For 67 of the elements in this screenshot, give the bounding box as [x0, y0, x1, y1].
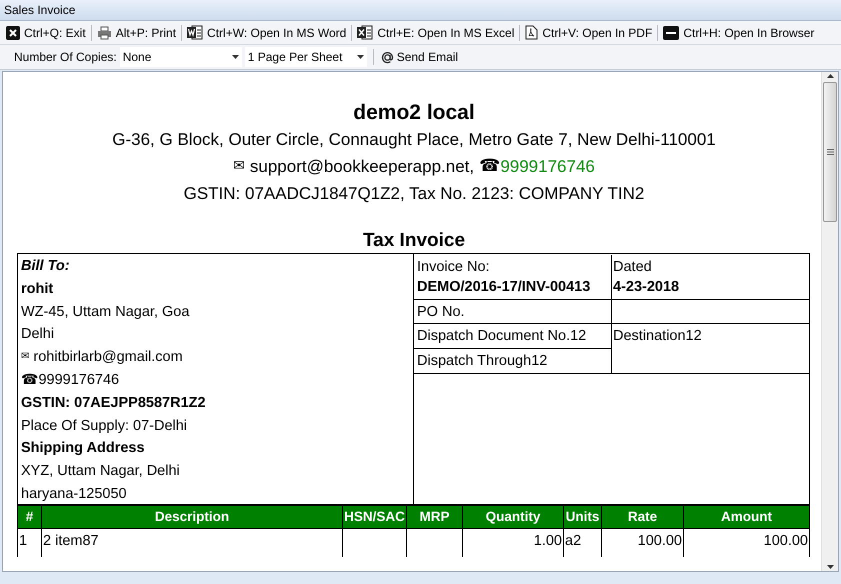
column-header: Amount	[684, 506, 810, 528]
table-cell: 100.00	[602, 528, 684, 556]
email-symbol: ✉	[21, 350, 30, 364]
company-email: support@bookkeeperapp.net,	[250, 156, 474, 178]
table-cell: a2	[564, 528, 602, 556]
toolbar-button[interactable]: Ctrl+H: Open In Browser	[661, 24, 816, 42]
document-title: Tax Invoice	[362, 229, 466, 253]
phone-symbol: ☎	[479, 155, 500, 178]
bill-to-line: haryana-125050	[21, 484, 127, 504]
scrollbar-thumb[interactable]	[823, 82, 837, 222]
close-icon	[6, 26, 20, 40]
caret-icon	[356, 55, 364, 59]
column-header: Quantity	[462, 506, 564, 528]
send-email-button[interactable]: Send Email	[380, 48, 458, 66]
toolbar-button[interactable]: Alt+P: Print	[94, 24, 178, 42]
at-sign-icon	[380, 50, 395, 64]
column-header: Rate	[602, 506, 684, 528]
invoice-no-label: Invoice No:	[417, 258, 491, 277]
toolbar-button[interactable]: Ctrl+V: Open In PDF	[523, 24, 654, 42]
bill-to-line: Bill To:	[21, 257, 70, 276]
bill-to-line: rohit	[21, 280, 54, 299]
column-header: Units	[564, 506, 602, 528]
copies-dropdown[interactable]: None	[120, 47, 242, 67]
phone-symbol: ☎	[21, 370, 38, 390]
copies-label: Number Of Copies:	[14, 49, 117, 66]
bill-to-line: 9999176746	[38, 370, 120, 390]
scroll-down-icon	[826, 565, 834, 569]
printer-icon	[96, 26, 112, 40]
column-header: HSN/SAC	[342, 506, 406, 528]
po-label: PO No.	[417, 304, 465, 320]
vertical-scrollbar[interactable]	[821, 72, 838, 571]
window-title: Sales Invoice	[0, 0, 841, 21]
company-gstin: GSTIN: 07AADCJ1847Q1Z2, Tax No. 2123: COMPANY TIN2	[184, 183, 644, 205]
table-cell: 1.00	[462, 528, 564, 556]
caret-icon	[232, 55, 239, 59]
table-cell: 1	[18, 528, 42, 556]
dispatch-document: Dispatch Document No.12	[414, 324, 611, 349]
table-cell: 2 item87	[42, 528, 342, 556]
bill-to-line: Delhi	[21, 325, 54, 344]
invoice-date: 4-23-2018	[613, 278, 680, 297]
bill-to-line: Shipping Address	[21, 439, 145, 458]
bill-to-line: Place Of Supply: 07-Delhi	[21, 416, 188, 436]
dispatch-through: Dispatch Through12	[416, 352, 548, 371]
spreadsheet-x-icon	[357, 25, 374, 40]
toolbar-button[interactable]: Ctrl+W: Open In MS Word	[185, 24, 348, 42]
toolbar-button[interactable]: Ctrl+E: Open In MS Excel	[355, 24, 516, 42]
company-phone: 9999176746	[500, 156, 595, 178]
column-header: Description	[42, 506, 342, 528]
bill-to-line: GSTIN: 07AEJPP8587R1Z2	[21, 394, 206, 413]
pdf-document-icon	[525, 25, 538, 40]
pages-dropdown[interactable]: 1 Page Per Sheet	[244, 47, 367, 67]
company-address: G-36, G Block, Outer Circle, Connaught Place, Metro Gate 7, New Delhi-110001	[112, 129, 716, 151]
dated-label: Dated	[613, 258, 653, 277]
destination: Destination12	[613, 328, 702, 344]
bill-to-line: XYZ, Uttam Nagar, Delhi	[21, 462, 180, 482]
scroll-up-icon	[826, 74, 834, 78]
document-w-icon	[187, 25, 204, 40]
invoice-no: DEMO/2016-17/INV-00413	[417, 278, 592, 297]
bill-to-line: rohitbirlarb@gmail.com	[33, 348, 183, 368]
grip-icon	[826, 149, 834, 155]
column-header: #	[18, 506, 42, 528]
company-name: demo2 local	[353, 100, 475, 126]
toolbar-button[interactable]: Ctrl+Q: Exit	[4, 24, 88, 42]
table-cell: 100.00	[684, 528, 810, 556]
bill-to-line: WZ-45, Uttam Nagar, Goa	[21, 302, 190, 322]
email-symbol: ✉	[233, 157, 245, 176]
column-header: MRP	[406, 506, 462, 528]
